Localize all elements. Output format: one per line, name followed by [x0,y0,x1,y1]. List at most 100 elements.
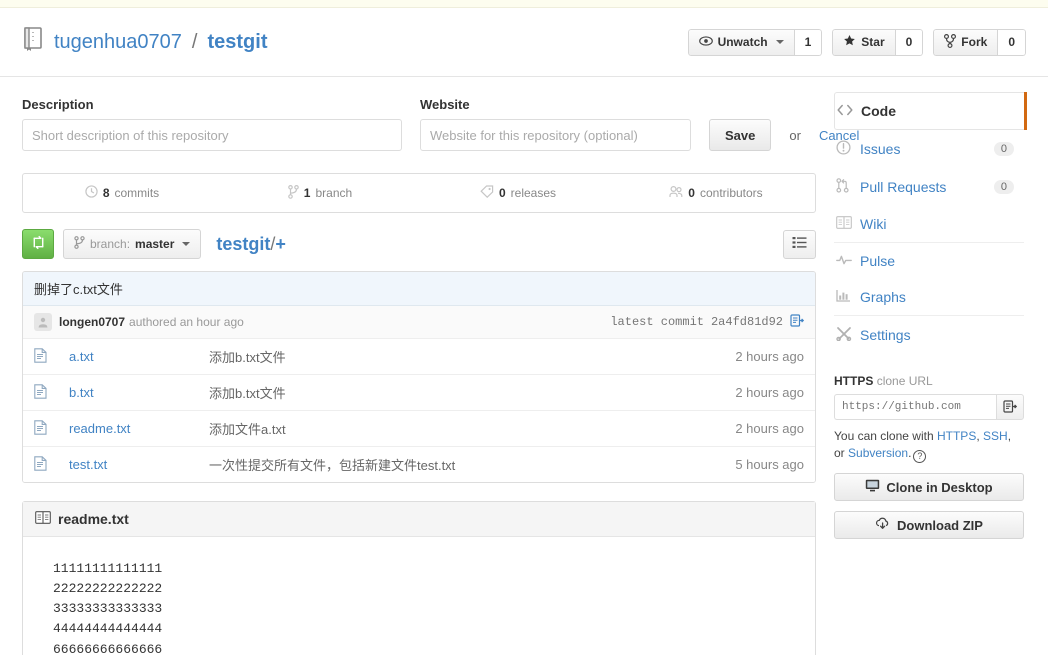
unwatch-button[interactable]: Unwatch [688,29,795,56]
compare-pull-request-icon [31,235,46,253]
branch-selector[interactable]: branch: master [63,229,201,259]
watch-count[interactable]: 1 [795,29,823,56]
sidebar-item-label: Issues [860,141,900,157]
fork-label: Fork [961,35,987,49]
breadcrumb-add-file-link[interactable]: + [275,234,286,254]
download-zip-button[interactable]: Download ZIP [834,511,1024,539]
releases-stat[interactable]: 0 releases [419,174,617,212]
file-age: 2 hours ago [715,339,815,375]
sidebar-item-label: Wiki [860,216,886,232]
clone-input-row [834,394,1024,420]
commit-sha-link[interactable]: 2a4fd81d92 [711,315,783,329]
sidebar-item-wiki[interactable]: Wiki [834,206,1024,242]
repository-actions: Unwatch 1 Star 0 [688,29,1026,56]
save-button[interactable]: Save [709,119,771,151]
clone-url-input[interactable] [834,394,996,420]
file-age: 2 hours ago [715,411,815,447]
website-input[interactable] [420,119,691,151]
file-commit-message: 添加b.txt文件 [198,339,715,375]
clone-url-label: HTTPS clone URL [834,374,1024,388]
chevron-down-icon [182,242,190,246]
clone-in-desktop-button[interactable]: Clone in Desktop [834,473,1024,501]
repository-title: tugenhua0707 / testgit [22,26,267,58]
clipboard-icon[interactable] [790,313,804,331]
sidebar-item-label: Graphs [860,289,906,305]
file-icon-cell [23,375,58,411]
graph-icon [836,289,852,305]
or-text: or [789,128,801,151]
question-icon[interactable]: ? [913,450,926,463]
file-name-link[interactable]: test.txt [69,457,107,472]
sidebar-item-graphs[interactable]: Graphs [834,279,1024,315]
sidebar-item-pulse[interactable]: Pulse [834,243,1024,279]
breadcrumb-repo-link[interactable]: testgit [216,234,270,254]
file-commit-message: 添加文件a.txt [198,411,715,447]
repo-title-separator: / [190,31,200,54]
sidebar-item-pull-requests[interactable]: Pull Requests 0 [834,168,1024,206]
file-name-link[interactable]: a.txt [69,349,94,364]
repo-book-icon [22,26,46,58]
description-label: Description [22,97,402,112]
book-icon [35,511,51,527]
branches-stat[interactable]: 1 branch [221,174,419,212]
fork-button[interactable]: Fork [933,29,998,56]
file-text-icon [34,459,47,474]
file-name-link[interactable]: b.txt [69,385,94,400]
fork-count[interactable]: 0 [998,29,1026,56]
description-input[interactable] [22,119,402,151]
branch-name-label: master [135,237,174,251]
repository-overview-bar: 8 commits 1 branch 0 releases [22,173,816,213]
sidebar-nav-secondary: Pulse Graphs [834,243,1024,316]
table-row[interactable]: b.txt 添加b.txt文件 2 hours ago [23,375,815,411]
file-icon-cell [23,411,58,447]
latest-commit-meta: longen0707 authored an hour ago latest c… [23,306,815,339]
file-age: 2 hours ago [715,375,815,411]
pulse-icon [836,253,852,269]
history-icon [85,185,98,201]
commit-author-link[interactable]: longen0707 [59,315,125,329]
website-label: Website [420,97,691,112]
star-button[interactable]: Star [832,29,895,56]
file-name-cell: readme.txt [58,411,198,447]
file-table: a.txt 添加b.txt文件 2 hours ago b.txt 添加b.tx… [23,339,815,482]
description-field-wrap: Description [22,97,402,151]
file-text-icon [34,387,47,402]
table-row[interactable]: a.txt 添加b.txt文件 2 hours ago [23,339,815,375]
list-view-toggle-button[interactable] [783,230,816,259]
latest-commit-sha-wrap: latest commit 2a4fd81d92 [610,313,804,331]
copy-clone-url-button[interactable] [996,394,1024,420]
pull-requests-count-badge: 0 [994,180,1014,194]
file-text-icon [34,351,47,366]
repo-owner-link[interactable]: tugenhua0707 [54,31,182,54]
sidebar-item-issues[interactable]: Issues 0 [834,130,1024,168]
branch-prefix-label: branch: [90,237,130,251]
table-row[interactable]: test.txt 一次性提交所有文件，包括新建文件test.txt 5 hour… [23,447,815,483]
main-column: Description Website Save or Cancel 8 com… [22,77,816,655]
clone-subversion-link[interactable]: Subversion [848,446,908,460]
contributors-stat[interactable]: 0 contributors [617,174,815,212]
clone-ssh-link[interactable]: SSH [983,429,1008,443]
repo-name-link[interactable]: testgit [207,31,267,54]
avatar [34,313,52,331]
branch-toolbar: branch: master testgit/+ [22,229,816,259]
file-commit-message: 添加b.txt文件 [198,375,715,411]
compare-pull-request-button[interactable] [22,229,54,259]
issues-count-badge: 0 [994,142,1014,156]
fork-icon [944,34,956,51]
clone-https-link[interactable]: HTTPS [937,429,976,443]
sidebar-item-code[interactable]: Code [834,92,1025,130]
sidebar-item-settings[interactable]: Settings [834,316,1024,354]
git-pull-request-icon [836,178,852,196]
file-name-link[interactable]: readme.txt [69,421,130,436]
form-row: Description Website Save or Cancel [22,97,816,151]
readme-header: readme.txt [23,502,815,537]
file-commit-message: 一次性提交所有文件，包括新建文件test.txt [198,447,715,483]
star-count[interactable]: 0 [896,29,924,56]
table-row[interactable]: readme.txt 添加文件a.txt 2 hours ago [23,411,815,447]
releases-count: 0 [499,186,506,200]
clone-url-block: HTTPS clone URL You can clone with HTTPS… [834,374,1024,539]
clone-url-suffix: clone URL [877,374,933,388]
sidebar: Code Issues 0 Pull Requests 0 W [834,77,1024,655]
commits-stat[interactable]: 8 commits [23,174,221,212]
desktop-icon [865,479,880,495]
